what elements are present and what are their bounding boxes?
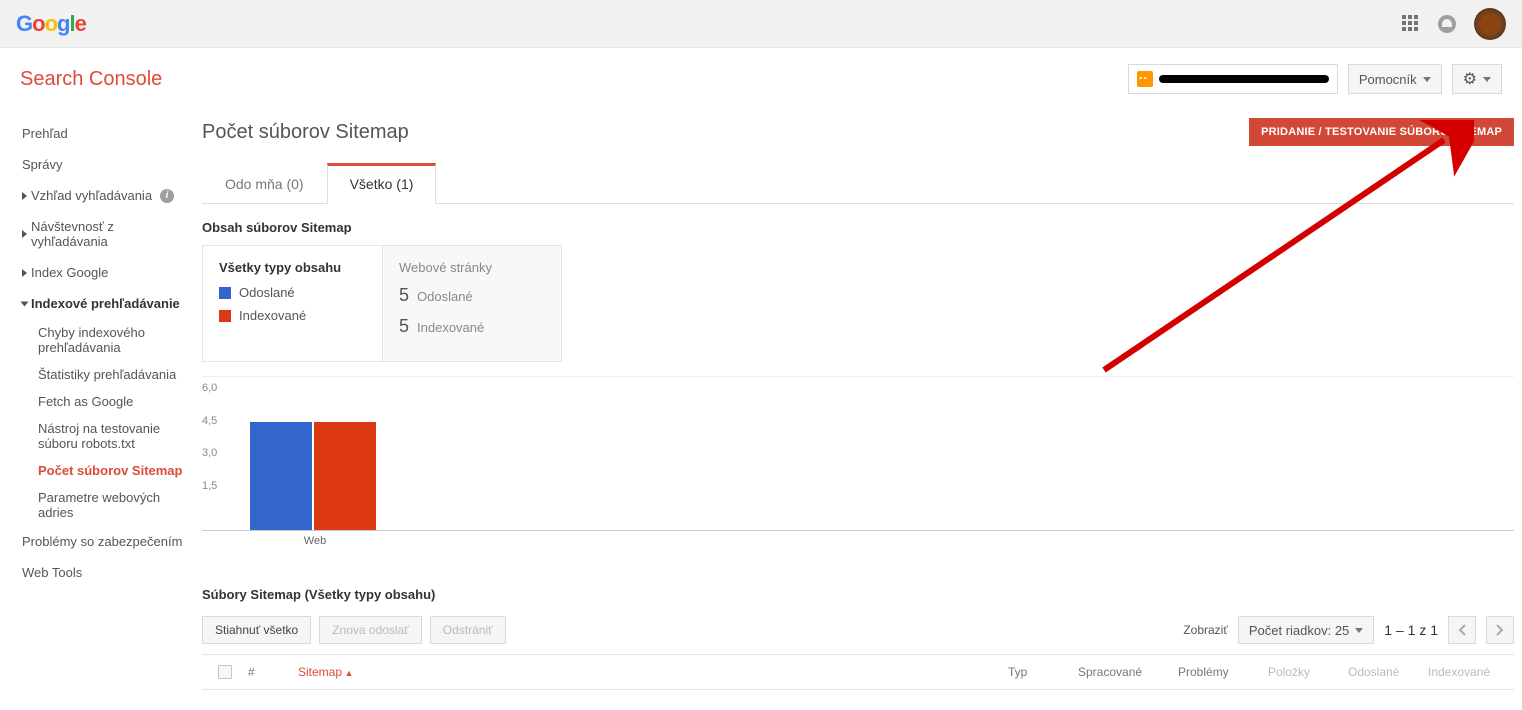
nav-sitemaps[interactable]: Počet súborov Sitemap	[34, 457, 194, 484]
nav-label: Indexové prehľadávanie	[31, 296, 180, 311]
pager-prev-button[interactable]	[1448, 616, 1476, 644]
property-favicon	[1137, 71, 1153, 87]
google-logo[interactable]: Google	[16, 11, 86, 37]
pager-range: 1 – 1 z 1	[1384, 622, 1438, 638]
help-label: Pomocník	[1359, 72, 1417, 87]
stat-sent: 5 Odoslané	[399, 285, 545, 306]
legend-sent: Odoslané	[219, 285, 366, 300]
summary-boxes: Všetky typy obsahu Odoslané Indexované W…	[202, 245, 1514, 362]
tab-mine[interactable]: Odo mňa (0)	[202, 163, 327, 204]
property-selector[interactable]	[1128, 64, 1338, 94]
legend-indexed: Indexované	[219, 308, 366, 323]
chart: 1,53,04,56,0 Web	[202, 376, 1514, 547]
account-avatar[interactable]	[1474, 8, 1506, 40]
sidebar: Prehľad Správy Vzhľad vyhľadávania i Náv…	[0, 110, 194, 710]
nav-web-tools[interactable]: Web Tools	[18, 557, 194, 588]
legend-label: Indexované	[239, 308, 306, 323]
tabs: Odo mňa (0) Všetko (1)	[202, 162, 1514, 204]
chevron-right-icon	[22, 230, 27, 238]
col-indexed[interactable]: Indexované	[1418, 665, 1508, 679]
rows-per-page-select[interactable]: Počet riadkov: 25	[1238, 616, 1374, 644]
legend-label: Odoslané	[239, 285, 295, 300]
col-type[interactable]: Typ	[998, 665, 1068, 679]
legend-box: Všetky typy obsahu Odoslané Indexované	[202, 245, 382, 362]
add-test-sitemap-button[interactable]: PRIDANIE / TESTOVANIE SÚBORU SITEMAP	[1249, 118, 1514, 146]
nav-overview[interactable]: Prehľad	[18, 118, 194, 149]
delete-button[interactable]: Odstrániť	[430, 616, 506, 644]
chevron-down-icon	[1483, 77, 1491, 82]
nav-security[interactable]: Problémy so zabezpečením	[18, 526, 194, 557]
nav-search-traffic[interactable]: Návštevnosť z vyhľadávania	[18, 211, 194, 257]
tab-all[interactable]: Všetko (1)	[327, 163, 437, 204]
product-title: Search Console	[20, 68, 162, 91]
chevron-down-icon	[21, 301, 29, 306]
actions-row: Stiahnuť všetko Znova odoslať Odstrániť …	[202, 616, 1514, 644]
product-header: Search Console Pomocník	[0, 48, 1522, 110]
select-all-checkbox[interactable]	[218, 665, 232, 679]
settings-dropdown[interactable]	[1452, 64, 1502, 94]
nav-label: Vzhľad vyhľadávania	[31, 188, 152, 203]
nav-crawl-errors[interactable]: Chyby indexového prehľadávania	[34, 319, 194, 361]
chart-xlabel: Web	[250, 535, 380, 547]
chevron-right-icon	[22, 269, 27, 277]
google-top-bar: Google	[0, 0, 1522, 48]
nav-crawl[interactable]: Indexové prehľadávanie	[18, 288, 194, 319]
resubmit-button[interactable]: Znova odoslať	[319, 616, 422, 644]
stat-label: Indexované	[417, 320, 484, 335]
legend-title: Všetky typy obsahu	[219, 260, 366, 275]
property-url-redacted	[1159, 75, 1329, 83]
rows-label: Počet riadkov: 25	[1249, 623, 1349, 638]
nav-robots-tester[interactable]: Nástroj na testovanie súboru robots.txt	[34, 415, 194, 457]
chevron-down-icon	[1423, 77, 1431, 82]
chevron-right-icon	[22, 192, 27, 200]
swatch-blue	[219, 287, 231, 299]
col-sent[interactable]: Odoslané	[1338, 665, 1418, 679]
nav-label: Index Google	[31, 265, 108, 280]
show-label: Zobraziť	[1183, 623, 1228, 637]
stats-box[interactable]: Webové stránky 5 Odoslané 5 Indexované	[382, 245, 562, 362]
files-section-title: Súbory Sitemap (Všetky typy obsahu)	[202, 587, 1514, 602]
nav-url-params[interactable]: Parametre webových adries	[34, 484, 194, 526]
pager-next-button[interactable]	[1486, 616, 1514, 644]
gear-icon	[1463, 69, 1477, 89]
stat-indexed: 5 Indexované	[399, 316, 545, 337]
stat-value: 5	[399, 285, 409, 306]
stat-label: Odoslané	[417, 289, 473, 304]
notifications-icon[interactable]	[1438, 15, 1456, 33]
stat-value: 5	[399, 316, 409, 337]
chevron-down-icon	[1355, 628, 1363, 633]
col-processed[interactable]: Spracované	[1068, 665, 1168, 679]
nav-crawl-stats[interactable]: Štatistiky prehľadávania	[34, 361, 194, 388]
nav-fetch-as-google[interactable]: Fetch as Google	[34, 388, 194, 415]
col-problems[interactable]: Problémy	[1168, 665, 1258, 679]
col-items[interactable]: Položky	[1258, 665, 1338, 679]
col-sitemap[interactable]: Sitemap	[288, 665, 998, 679]
nav-label: Návštevnosť z vyhľadávania	[31, 219, 190, 249]
nav-messages[interactable]: Správy	[18, 149, 194, 180]
content-section-title: Obsah súborov Sitemap	[202, 220, 1514, 235]
main-content: Počet súborov Sitemap PRIDANIE / TESTOVA…	[194, 110, 1522, 710]
stats-title: Webové stránky	[399, 260, 545, 275]
swatch-red	[219, 310, 231, 322]
help-dropdown[interactable]: Pomocník	[1348, 64, 1442, 94]
table-header: # Sitemap Typ Spracované Problémy Položk…	[202, 654, 1514, 690]
page-title: Počet súborov Sitemap	[202, 121, 409, 144]
apps-icon[interactable]	[1402, 15, 1420, 33]
col-num[interactable]: #	[238, 665, 288, 679]
info-icon[interactable]: i	[160, 189, 174, 203]
nav-google-index[interactable]: Index Google	[18, 257, 194, 288]
nav-search-appearance[interactable]: Vzhľad vyhľadávania i	[18, 180, 194, 211]
download-all-button[interactable]: Stiahnuť všetko	[202, 616, 311, 644]
